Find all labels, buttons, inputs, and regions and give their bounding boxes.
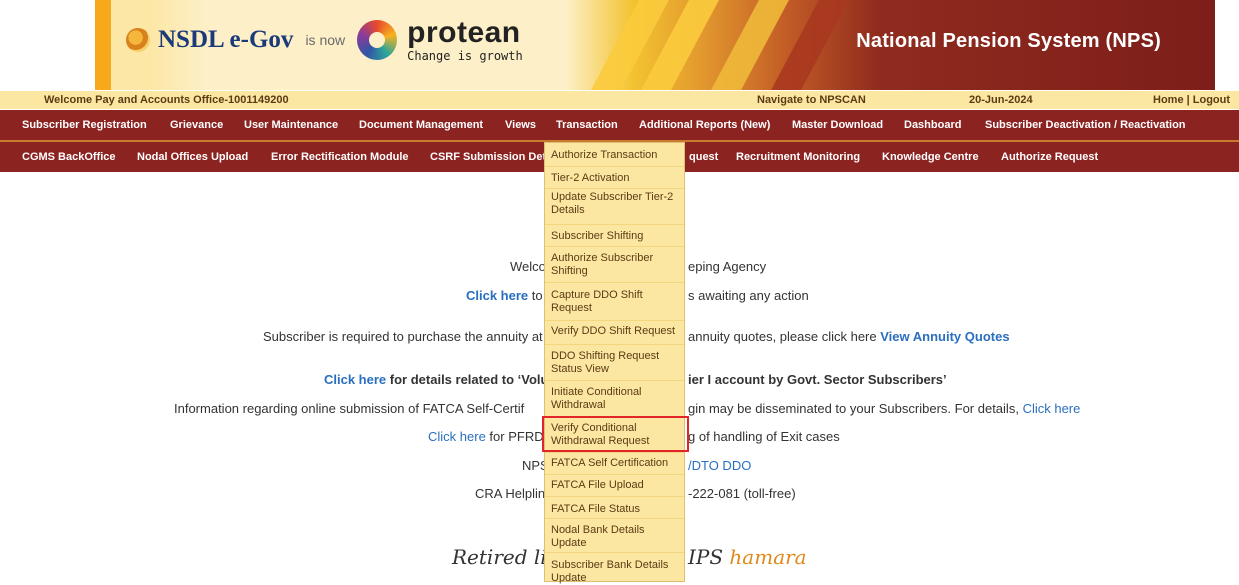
dd-ddo-shifting-status[interactable]: DDO Shifting Request Status View	[545, 345, 684, 381]
highlight-box	[542, 416, 689, 452]
dd-authorize-subscriber-shifting[interactable]: Authorize Subscriber Shifting	[545, 247, 684, 283]
menu-master-download[interactable]: Master Download	[792, 119, 883, 131]
menu-dashboard[interactable]: Dashboard	[904, 119, 961, 131]
menu-views[interactable]: Views	[505, 119, 536, 131]
logo-group: NSDL e-Gov is now protean Change is grow…	[126, 18, 523, 62]
menu-subscriber-deactivation[interactable]: Subscriber Deactivation / Reactivation	[985, 119, 1186, 131]
is-now-text: is now	[305, 32, 346, 48]
dd-fatca-file-status[interactable]: FATCA File Status	[545, 497, 684, 519]
menu-user-maintenance[interactable]: User Maintenance	[244, 119, 338, 131]
dd-verify-ddo-shift[interactable]: Verify DDO Shift Request	[545, 321, 684, 345]
dd-update-tier2-details[interactable]: Update Subscriber Tier-2 Details	[545, 189, 684, 225]
pfrda-click-here-link[interactable]: Click here	[428, 429, 486, 444]
header-banner: NSDL e-Gov is now protean Change is grow…	[0, 0, 1239, 90]
voluntary-click-here-link[interactable]: Click here	[324, 372, 386, 387]
current-date: 20-Jun-2024	[969, 94, 1033, 106]
dd-tier2-activation[interactable]: Tier-2 Activation	[545, 167, 684, 189]
dd-fatca-file-upload[interactable]: FATCA File Upload	[545, 475, 684, 497]
menu-error-rectification[interactable]: Error Rectification Module	[271, 151, 409, 163]
site-title: National Pension System (NPS)	[856, 30, 1161, 52]
dd-subscriber-bank-details[interactable]: Subscriber Bank Details Update	[545, 553, 684, 584]
menu-transaction[interactable]: Transaction	[556, 119, 618, 131]
protean-tagline: Change is growth	[407, 49, 523, 63]
menu-knowledge-centre[interactable]: Knowledge Centre	[882, 151, 979, 163]
awaiting-action-text: s awaiting any action	[688, 288, 809, 303]
transaction-dropdown: Authorize Transaction Tier-2 Activation …	[544, 142, 685, 584]
menu-additional-reports[interactable]: Additional Reports (New)	[639, 119, 770, 131]
annuity-text-left: Subscriber is required to purchase the a…	[263, 329, 543, 344]
welcome-line-left: Welco	[510, 259, 546, 274]
navigate-npscan-link[interactable]: Navigate to NPSCAN	[757, 94, 866, 106]
menu-csrf-submission[interactable]: CSRF Submission Det	[430, 151, 546, 163]
menu-document-management[interactable]: Document Management	[359, 119, 483, 131]
home-logout-links[interactable]: Home | Logout	[1153, 94, 1230, 106]
view-annuity-quotes-link[interactable]: View Annuity Quotes	[880, 329, 1009, 344]
menu-authorize-request[interactable]: Authorize Request	[1001, 151, 1098, 163]
click-here-desc: to	[531, 288, 543, 303]
menu-cgms-backoffice[interactable]: CGMS BackOffice	[22, 151, 116, 163]
menu-nodal-offices-upload[interactable]: Nodal Offices Upload	[137, 151, 248, 163]
dd-subscriber-shifting[interactable]: Subscriber Shifting	[545, 225, 684, 247]
welcome-bar: Welcome Pay and Accounts Office-10011492…	[0, 91, 1239, 109]
tagline-left: Retired li	[452, 545, 547, 569]
pfrda-text-right: g of handling of Exit cases	[688, 429, 840, 444]
tagline-right: IPS hamara	[688, 545, 807, 569]
pfrda-text-left: for PFRD	[489, 429, 544, 444]
dd-initiate-conditional-withdrawal[interactable]: Initiate Conditional Withdrawal	[545, 381, 684, 417]
cra-helpline-left: CRA Helplin	[475, 486, 546, 501]
fatca-click-here-link[interactable]: Click here	[1023, 401, 1081, 416]
banner-stripe	[95, 0, 111, 90]
dd-nodal-bank-details[interactable]: Nodal Bank Details Update	[545, 519, 684, 553]
dd-fatca-self-certification[interactable]: FATCA Self Certification	[545, 453, 684, 475]
menu-grievance[interactable]: Grievance	[170, 119, 223, 131]
menu-request-partial[interactable]: quest	[689, 151, 718, 163]
welcome-line-right: eping Agency	[688, 259, 767, 274]
dd-capture-ddo-shift[interactable]: Capture DDO Shift Request	[545, 283, 684, 321]
annuity-text-right: annuity quotes, please click here	[688, 329, 877, 344]
nsdl-logo-icon	[126, 28, 150, 52]
menu-recruitment-monitoring[interactable]: Recruitment Monitoring	[736, 151, 860, 163]
protean-logo-text: protean	[407, 16, 521, 49]
cra-helpline-right: -222-081 (toll-free)	[688, 486, 796, 501]
dd-authorize-transaction[interactable]: Authorize Transaction	[545, 143, 684, 167]
fatca-text-left: Information regarding online submission …	[174, 401, 525, 416]
click-here-link[interactable]: Click here	[466, 288, 528, 303]
menu-subscriber-registration[interactable]: Subscriber Registration	[22, 119, 147, 131]
nsdl-logo-text: NSDL e-Gov	[158, 26, 294, 53]
welcome-user: Welcome Pay and Accounts Office-10011492…	[44, 94, 289, 106]
voluntary-text-right: ier I account by Govt. Sector Subscriber…	[688, 372, 947, 387]
dto-ddo-link[interactable]: /DTO DDO	[688, 458, 751, 473]
protean-logo-icon	[357, 20, 398, 60]
main-menu: Subscriber Registration Grievance User M…	[0, 110, 1239, 142]
voluntary-text-left: for details related to ‘Volu	[389, 372, 549, 387]
fatca-text-right: gin may be disseminated to your Subscrib…	[688, 401, 1019, 416]
